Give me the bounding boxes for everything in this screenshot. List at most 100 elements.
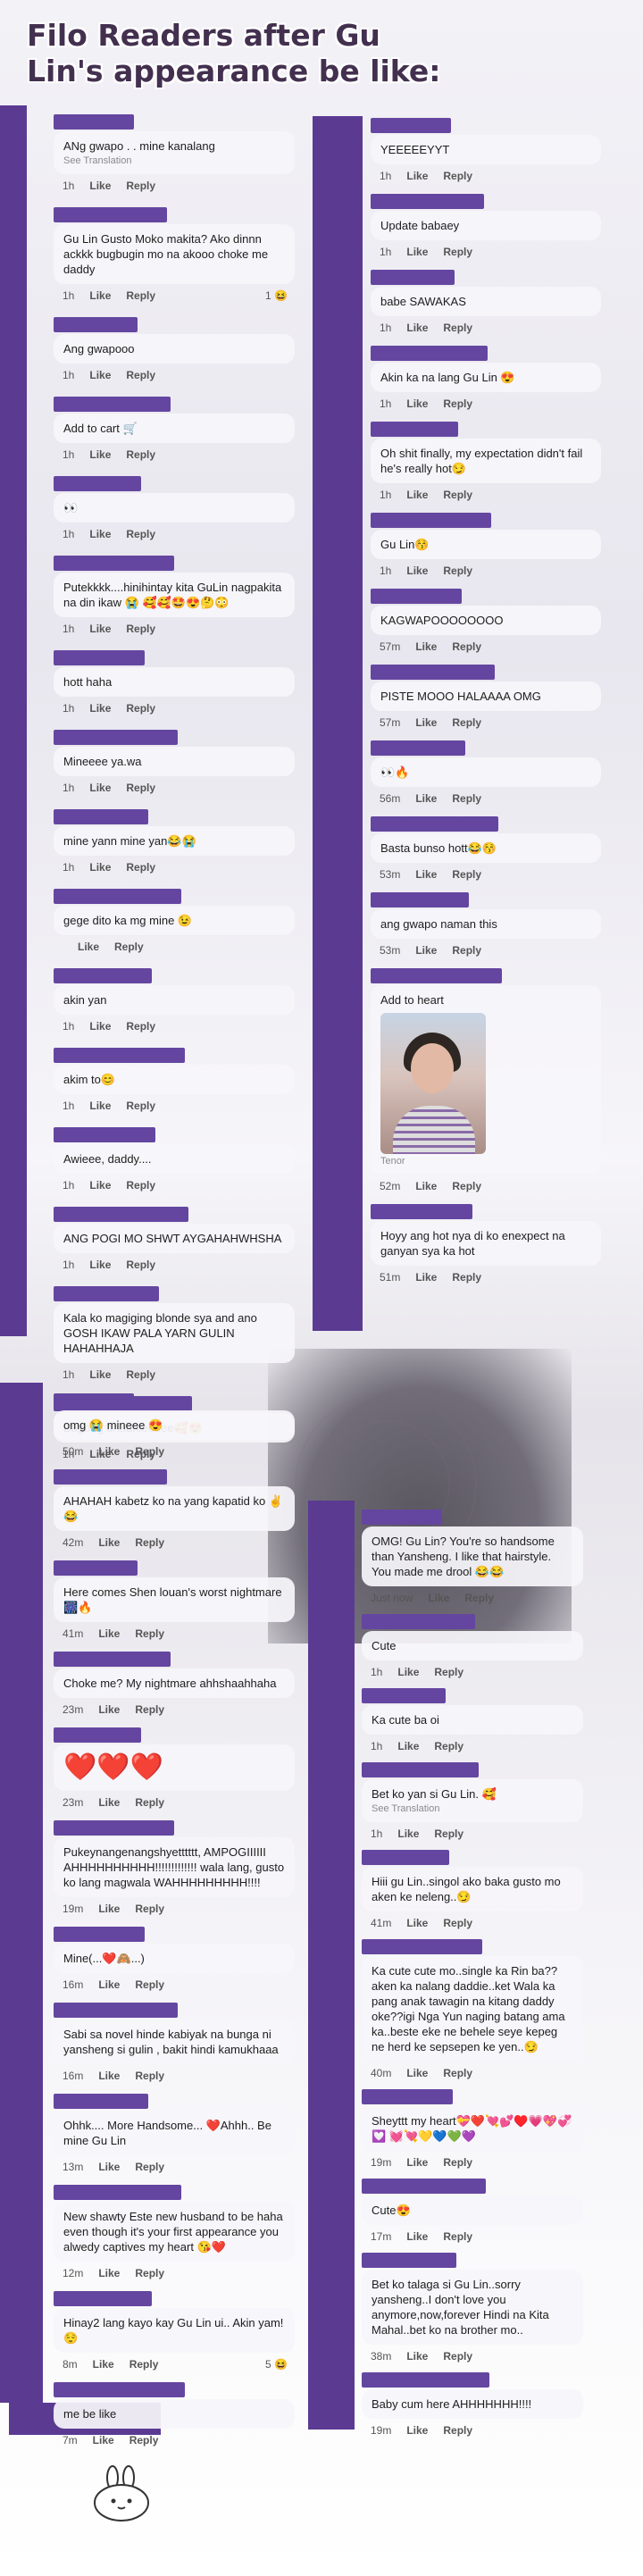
like-button[interactable]: Like xyxy=(406,2230,428,2243)
like-button[interactable]: Like xyxy=(89,448,111,461)
like-button[interactable]: Like xyxy=(93,2434,114,2446)
reply-button[interactable]: Reply xyxy=(135,2070,164,2082)
like-button[interactable]: Like xyxy=(415,792,437,805)
like-button[interactable]: Like xyxy=(89,702,111,715)
reply-button[interactable]: Reply xyxy=(126,1020,155,1033)
reply-button[interactable]: Reply xyxy=(126,528,155,540)
reaction-count[interactable]: 5 😆 xyxy=(265,2357,288,2371)
like-button[interactable]: Like xyxy=(415,944,437,957)
reply-button[interactable]: Reply xyxy=(135,1903,164,1915)
like-button[interactable]: Like xyxy=(98,1536,120,1549)
like-button[interactable]: Like xyxy=(98,1978,120,1991)
reply-button[interactable]: Reply xyxy=(126,448,155,461)
reply-button[interactable]: Reply xyxy=(452,716,481,729)
see-translation-link[interactable]: See Translation xyxy=(372,1802,573,1815)
attached-photo[interactable] xyxy=(380,1013,486,1154)
reply-button[interactable]: Reply xyxy=(452,944,481,957)
like-button[interactable]: Like xyxy=(428,1592,449,1604)
reply-button[interactable]: Reply xyxy=(443,170,472,182)
like-button[interactable]: Like xyxy=(397,1666,419,1678)
like-button[interactable]: Like xyxy=(98,2267,120,2279)
reply-button[interactable]: Reply xyxy=(443,2350,472,2363)
like-button[interactable]: Like xyxy=(98,1703,120,1716)
like-button[interactable]: Like xyxy=(406,1917,428,1929)
like-button[interactable]: Like xyxy=(406,565,428,577)
reply-button[interactable]: Reply xyxy=(443,322,472,334)
like-button[interactable]: Like xyxy=(415,640,437,653)
like-button[interactable]: Like xyxy=(89,180,111,192)
reply-button[interactable]: Reply xyxy=(129,2434,159,2446)
reply-button[interactable]: Reply xyxy=(434,1827,463,1840)
like-button[interactable]: Like xyxy=(89,1020,111,1033)
reply-button[interactable]: Reply xyxy=(443,246,472,258)
like-button[interactable]: Like xyxy=(406,2067,428,2079)
reply-button[interactable]: Reply xyxy=(126,369,155,381)
reply-button[interactable]: Reply xyxy=(129,2358,159,2371)
reply-button[interactable]: Reply xyxy=(434,1666,463,1678)
reply-button[interactable]: Reply xyxy=(126,623,155,635)
like-button[interactable]: Like xyxy=(98,1445,120,1458)
like-button[interactable]: Like xyxy=(89,623,111,635)
like-button[interactable]: Like xyxy=(89,1368,111,1381)
like-button[interactable]: Like xyxy=(89,1179,111,1192)
like-button[interactable]: Like xyxy=(89,289,111,302)
like-button[interactable]: Like xyxy=(406,489,428,501)
reply-button[interactable]: Reply xyxy=(443,1917,472,1929)
like-button[interactable]: Like xyxy=(397,1740,419,1752)
like-button[interactable]: Like xyxy=(89,1100,111,1112)
like-button[interactable]: Like xyxy=(406,170,428,182)
like-button[interactable]: Like xyxy=(89,861,111,874)
reply-button[interactable]: Reply xyxy=(452,640,481,653)
reply-button[interactable]: Reply xyxy=(135,2161,164,2173)
reply-button[interactable]: Reply xyxy=(135,1703,164,1716)
reply-button[interactable]: Reply xyxy=(443,565,472,577)
like-button[interactable]: Like xyxy=(89,528,111,540)
reply-button[interactable]: Reply xyxy=(114,941,144,953)
reply-button[interactable]: Reply xyxy=(126,1100,155,1112)
reply-button[interactable]: Reply xyxy=(126,702,155,715)
like-button[interactable]: Like xyxy=(415,1271,437,1284)
like-button[interactable]: Like xyxy=(406,246,428,258)
reply-button[interactable]: Reply xyxy=(443,489,472,501)
like-button[interactable]: Like xyxy=(415,716,437,729)
like-button[interactable]: Like xyxy=(98,2161,120,2173)
reply-button[interactable]: Reply xyxy=(443,397,472,410)
like-button[interactable]: Like xyxy=(98,1796,120,1809)
reply-button[interactable]: Reply xyxy=(434,1740,463,1752)
reply-button[interactable]: Reply xyxy=(126,180,155,192)
like-button[interactable]: Like xyxy=(406,2424,428,2437)
like-button[interactable]: Like xyxy=(98,1903,120,1915)
reply-button[interactable]: Reply xyxy=(452,1271,481,1284)
like-button[interactable]: Like xyxy=(406,2156,428,2169)
reply-button[interactable]: Reply xyxy=(443,2230,472,2243)
reply-button[interactable]: Reply xyxy=(443,2067,472,2079)
reply-button[interactable]: Reply xyxy=(126,861,155,874)
like-button[interactable]: Like xyxy=(78,941,99,953)
reply-button[interactable]: Reply xyxy=(135,1978,164,1991)
reply-button[interactable]: Reply xyxy=(135,1445,164,1458)
reply-button[interactable]: Reply xyxy=(452,868,481,881)
reply-button[interactable]: Reply xyxy=(126,1179,155,1192)
reply-button[interactable]: Reply xyxy=(452,1180,481,1192)
reply-button[interactable]: Reply xyxy=(135,1627,164,1640)
like-button[interactable]: Like xyxy=(406,397,428,410)
reply-button[interactable]: Reply xyxy=(135,2267,164,2279)
like-button[interactable]: Like xyxy=(406,322,428,334)
reply-button[interactable]: Reply xyxy=(135,1796,164,1809)
like-button[interactable]: Like xyxy=(89,369,111,381)
like-button[interactable]: Like xyxy=(98,1627,120,1640)
like-button[interactable]: Like xyxy=(98,2070,120,2082)
like-button[interactable]: Like xyxy=(89,1259,111,1271)
reply-button[interactable]: Reply xyxy=(126,782,155,794)
like-button[interactable]: Like xyxy=(93,2358,114,2371)
reply-button[interactable]: Reply xyxy=(452,792,481,805)
like-button[interactable]: Like xyxy=(397,1827,419,1840)
reply-button[interactable]: Reply xyxy=(126,289,155,302)
reply-button[interactable]: Reply xyxy=(464,1592,494,1604)
reply-button[interactable]: Reply xyxy=(443,2156,472,2169)
like-button[interactable]: Like xyxy=(415,868,437,881)
reaction-count[interactable]: 1 😆 xyxy=(265,289,288,303)
reply-button[interactable]: Reply xyxy=(443,2424,472,2437)
reply-button[interactable]: Reply xyxy=(126,1259,155,1271)
like-button[interactable]: Like xyxy=(415,1180,437,1192)
